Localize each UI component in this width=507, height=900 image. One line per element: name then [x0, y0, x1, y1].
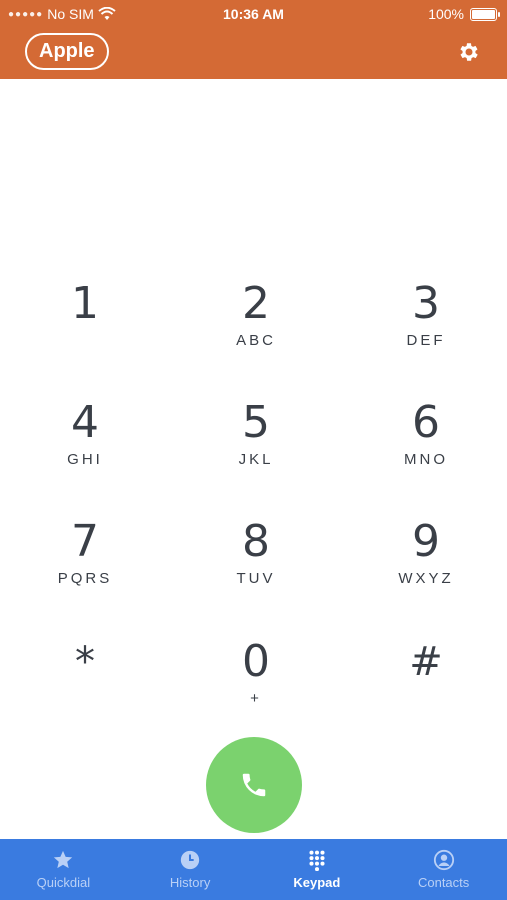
key-5[interactable]: 5 JKL	[196, 401, 316, 491]
contact-icon	[433, 849, 454, 871]
gear-icon[interactable]	[457, 40, 481, 64]
tab-keypad[interactable]: Keypad	[254, 839, 381, 900]
key-letters: GHI	[67, 451, 103, 468]
tab-label: Keypad	[293, 875, 341, 890]
tab-contacts[interactable]: Contacts	[380, 839, 507, 900]
clock-icon	[180, 850, 200, 870]
key-7[interactable]: 7 PQRS	[25, 520, 145, 610]
tab-label: Quickdial	[36, 875, 91, 890]
key-hash[interactable]: #	[366, 642, 486, 732]
key-letters: JKL	[238, 451, 274, 468]
star-icon	[54, 850, 73, 869]
key-digit: 0	[242, 636, 270, 687]
key-2[interactable]: 2 ABC	[196, 282, 316, 372]
key-digit: 9	[412, 516, 440, 567]
key-star[interactable]: *	[25, 642, 145, 732]
key-3[interactable]: 3 DEF	[366, 282, 486, 372]
key-letters: MNO	[404, 451, 448, 468]
key-digit: 4	[71, 397, 99, 448]
battery-area: 100%	[428, 6, 500, 22]
battery-percent: 100%	[428, 6, 464, 22]
key-letters: +	[250, 690, 262, 707]
key-digit: 7	[71, 516, 99, 567]
phone-icon	[242, 773, 266, 797]
tab-bar: Quickdial History Keypad Contacts	[0, 839, 507, 900]
tab-label: History	[169, 875, 211, 890]
key-letters: ABC	[236, 332, 276, 349]
keypad-grid-icon	[309, 850, 325, 871]
key-4[interactable]: 4 GHI	[25, 401, 145, 491]
tab-history[interactable]: History	[127, 839, 254, 900]
key-digit: 5	[242, 397, 270, 448]
app-header: ●●●●● No SIM 10:36 AM 100% Apple	[0, 0, 507, 79]
tab-label: Contacts	[417, 875, 470, 890]
key-digit: 2	[242, 278, 270, 329]
account-label: Apple	[39, 40, 95, 62]
key-digit: #	[409, 639, 443, 685]
key-9[interactable]: 9 WXYZ	[366, 520, 486, 610]
key-digit: *	[75, 639, 95, 685]
key-0[interactable]: 0 +	[196, 640, 316, 730]
status-bar: ●●●●● No SIM 10:36 AM 100%	[0, 0, 507, 28]
key-digit: 1	[71, 278, 99, 329]
key-digit: 3	[412, 278, 440, 329]
key-letters: DEF	[406, 332, 446, 349]
key-8[interactable]: 8 TUV	[196, 520, 316, 610]
key-letters: PQRS	[57, 570, 113, 587]
key-digit: 8	[242, 516, 270, 567]
key-letters: WXYZ	[398, 570, 454, 587]
key-letters: TUV	[236, 570, 276, 587]
call-button[interactable]	[206, 737, 302, 833]
tab-quickdial[interactable]: Quickdial	[0, 839, 127, 900]
key-digit: 6	[412, 397, 440, 448]
battery-icon	[470, 7, 500, 21]
account-button[interactable]: Apple	[25, 33, 109, 70]
key-6[interactable]: 6 MNO	[366, 401, 486, 491]
key-1[interactable]: 1	[25, 282, 145, 372]
